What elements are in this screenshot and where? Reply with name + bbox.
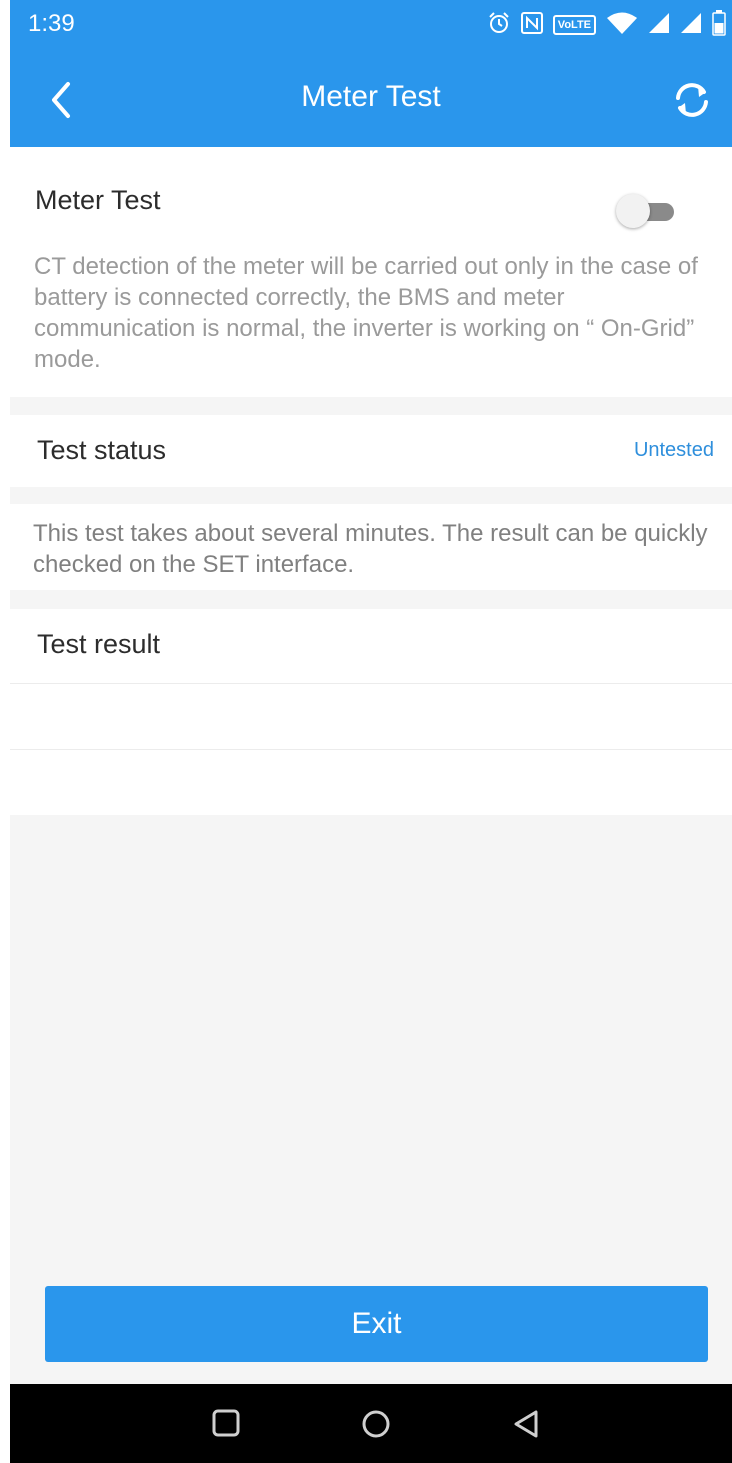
test-status-label: Test status — [37, 435, 167, 465]
test-note: This test takes about several minutes. T… — [33, 520, 708, 578]
alarm-icon — [487, 11, 511, 40]
content-area: Meter Test CT detection of the meter wil… — [10, 147, 732, 1384]
app-bar: Meter Test — [10, 52, 732, 147]
signal-icon — [680, 12, 702, 39]
home-circle-icon[interactable] — [358, 1408, 394, 1440]
back-triangle-icon[interactable] — [508, 1408, 544, 1440]
refresh-icon[interactable] — [668, 76, 716, 124]
wifi-icon — [606, 11, 638, 40]
test-status-value: Untested — [633, 439, 714, 461]
test-note-card: This test takes about several minutes. T… — [10, 504, 732, 590]
status-icons: VoLTE — [487, 9, 726, 41]
status-time: 1:39 — [28, 10, 75, 37]
signal-icon — [648, 12, 670, 39]
battery-icon — [712, 9, 726, 41]
divider — [10, 749, 732, 750]
recents-square-icon[interactable] — [208, 1408, 244, 1440]
volte-icon: VoLTE — [552, 15, 596, 35]
app-screen: 1:39 VoLTE Meter Test Meter Test CT dete… — [0, 0, 732, 1463]
status-bar: 1:39 VoLTE — [10, 0, 732, 52]
top-bar: 1:39 VoLTE Meter Test — [10, 0, 732, 147]
meter-test-label: Meter Test — [35, 185, 161, 215]
meter-test-description: CT detection of the meter will be carrie… — [34, 253, 698, 373]
system-nav-bar — [10, 1384, 732, 1463]
exit-button[interactable]: Exit — [45, 1286, 708, 1362]
test-result-label: Test result — [37, 629, 161, 659]
nfc-icon — [520, 11, 543, 40]
toggle-thumb — [616, 194, 650, 228]
test-result-card: Test result — [10, 609, 732, 815]
divider — [10, 683, 732, 684]
meter-test-card: Meter Test CT detection of the meter wil… — [10, 147, 732, 397]
meter-test-toggle[interactable] — [616, 194, 676, 228]
test-status-row: Test status Untested — [10, 415, 732, 487]
page-title: Meter Test — [301, 80, 441, 113]
